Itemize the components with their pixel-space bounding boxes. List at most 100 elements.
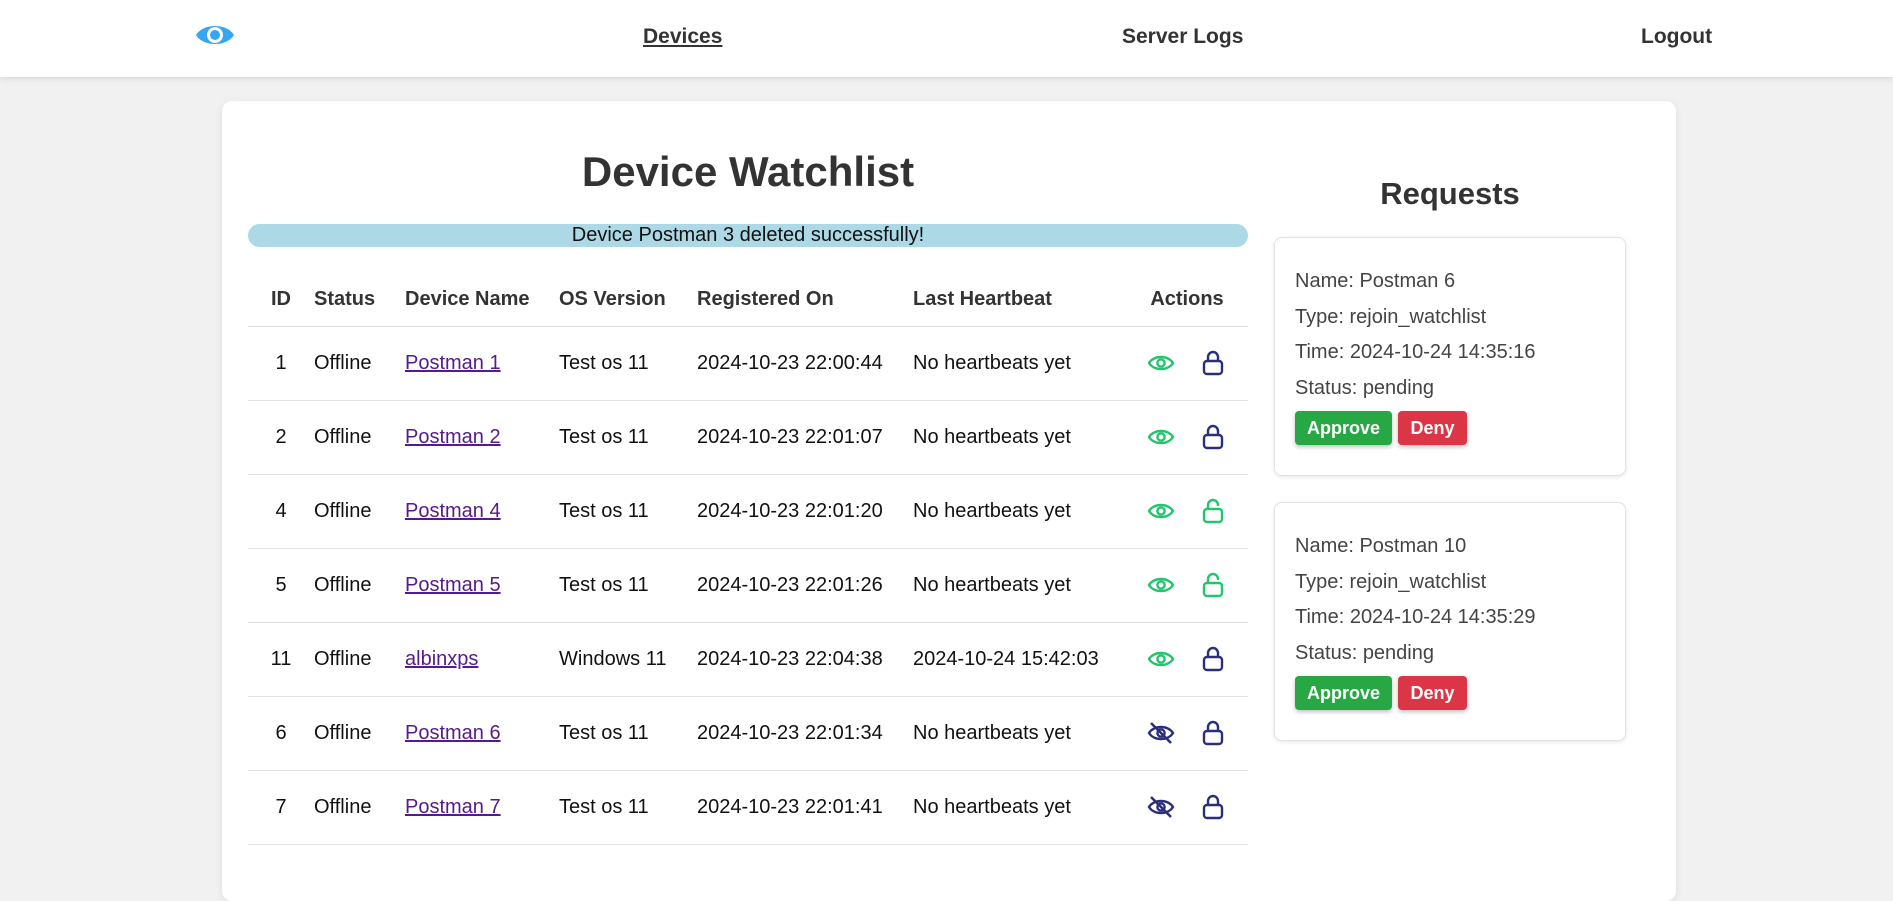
lock-closed-icon[interactable] xyxy=(1199,793,1227,821)
device-name-link[interactable]: Postman 6 xyxy=(405,722,501,744)
cell-id: 7 xyxy=(248,770,314,845)
cell-device-name: Postman 1 xyxy=(405,326,559,401)
cell-registered-on: 2024-10-23 22:01:20 xyxy=(697,474,913,549)
cell-last-heartbeat: No heartbeats yet xyxy=(913,474,1126,549)
nav-devices-link[interactable]: Devices xyxy=(643,25,722,49)
actions-group xyxy=(1126,475,1248,548)
header-registered-on: Registered On xyxy=(697,273,913,327)
cell-os-version: Windows 11 xyxy=(559,622,697,697)
cell-status: Offline xyxy=(314,548,405,623)
cell-registered-on: 2024-10-23 22:04:38 xyxy=(697,622,913,697)
cell-device-name: Postman 2 xyxy=(405,400,559,475)
actions-group xyxy=(1126,401,1248,474)
approve-button[interactable]: Approve xyxy=(1295,676,1392,710)
cell-device-name: albinxps xyxy=(405,622,559,697)
lock-open-icon[interactable] xyxy=(1199,497,1227,525)
table-row: 5 Offline Postman 5 Test os 11 2024-10-2… xyxy=(248,548,1248,623)
cell-actions xyxy=(1126,474,1248,549)
cell-actions xyxy=(1126,622,1248,697)
header-device-name: Device Name xyxy=(405,273,559,327)
device-name-link[interactable]: Postman 1 xyxy=(405,352,501,374)
request-type: Type: rejoin_watchlist xyxy=(1295,571,1487,593)
cell-id: 1 xyxy=(248,326,314,401)
cell-last-heartbeat: 2024-10-24 15:42:03 xyxy=(913,622,1126,697)
cell-last-heartbeat: No heartbeats yet xyxy=(913,548,1126,623)
cell-last-heartbeat: No heartbeats yet xyxy=(913,770,1126,845)
request-card: Name: Postman 6 Type: rejoin_watchlist T… xyxy=(1274,237,1626,476)
lock-closed-icon[interactable] xyxy=(1199,645,1227,673)
lock-closed-icon[interactable] xyxy=(1199,719,1227,747)
cell-actions xyxy=(1126,548,1248,623)
requests-title: Requests xyxy=(1380,176,1520,211)
actions-group xyxy=(1126,327,1248,400)
cell-id: 6 xyxy=(248,696,314,771)
request-status: Status: pending xyxy=(1295,642,1434,664)
header-actions: Actions xyxy=(1126,273,1248,327)
cell-id: 5 xyxy=(248,548,314,623)
cell-id: 4 xyxy=(248,474,314,549)
request-time: Time: 2024-10-24 14:35:29 xyxy=(1295,606,1536,628)
device-name-link[interactable]: Postman 4 xyxy=(405,500,501,522)
device-name-link[interactable]: Postman 7 xyxy=(405,796,501,818)
cell-device-name: Postman 7 xyxy=(405,770,559,845)
eye-icon[interactable] xyxy=(1147,645,1175,673)
cell-status: Offline xyxy=(314,770,405,845)
actions-group xyxy=(1126,549,1248,622)
top-navbar: Devices Server Logs Logout xyxy=(0,0,1893,77)
nav-logout-link[interactable]: Logout xyxy=(1641,25,1712,49)
deny-button[interactable]: Deny xyxy=(1398,411,1467,445)
cell-status: Offline xyxy=(314,400,405,475)
table-row: 4 Offline Postman 4 Test os 11 2024-10-2… xyxy=(248,474,1248,549)
cell-status: Offline xyxy=(314,696,405,771)
request-card: Name: Postman 10 Type: rejoin_watchlist … xyxy=(1274,502,1626,741)
cell-actions xyxy=(1126,696,1248,771)
header-id: ID xyxy=(248,273,314,327)
device-table: ID Status Device Name OS Version Registe… xyxy=(248,273,1248,845)
eye-off-icon[interactable] xyxy=(1147,793,1175,821)
cell-os-version: Test os 11 xyxy=(559,326,697,401)
cell-os-version: Test os 11 xyxy=(559,400,697,475)
cell-id: 2 xyxy=(248,400,314,475)
cell-device-name: Postman 4 xyxy=(405,474,559,549)
eye-icon[interactable] xyxy=(1147,497,1175,525)
request-name: Name: Postman 6 xyxy=(1295,270,1456,292)
request-type: Type: rejoin_watchlist xyxy=(1295,306,1487,328)
cell-last-heartbeat: No heartbeats yet xyxy=(913,696,1126,771)
lock-open-icon[interactable] xyxy=(1199,571,1227,599)
lock-closed-icon[interactable] xyxy=(1199,349,1227,377)
deny-button[interactable]: Deny xyxy=(1398,676,1467,710)
cell-registered-on: 2024-10-23 22:01:41 xyxy=(697,770,913,845)
actions-group xyxy=(1126,697,1248,770)
cell-status: Offline xyxy=(314,326,405,401)
request-time: Time: 2024-10-24 14:35:16 xyxy=(1295,341,1536,363)
nav-server-logs-link[interactable]: Server Logs xyxy=(1122,25,1243,49)
cell-id: 11 xyxy=(248,622,314,697)
cell-registered-on: 2024-10-23 22:01:26 xyxy=(697,548,913,623)
actions-group xyxy=(1126,623,1248,696)
table-row: 6 Offline Postman 6 Test os 11 2024-10-2… xyxy=(248,696,1248,771)
device-name-link[interactable]: Postman 2 xyxy=(405,426,501,448)
cell-actions xyxy=(1126,400,1248,475)
device-name-link[interactable]: albinxps xyxy=(405,648,478,670)
eye-icon[interactable] xyxy=(1147,423,1175,451)
cell-status: Offline xyxy=(314,474,405,549)
eye-icon[interactable] xyxy=(1147,349,1175,377)
request-name: Name: Postman 10 xyxy=(1295,535,1467,557)
device-name-link[interactable]: Postman 5 xyxy=(405,574,501,596)
header-os-version: OS Version xyxy=(559,273,697,327)
cell-registered-on: 2024-10-23 22:01:07 xyxy=(697,400,913,475)
table-header-row: ID Status Device Name OS Version Registe… xyxy=(248,273,1248,327)
eye-off-icon[interactable] xyxy=(1147,719,1175,747)
cell-device-name: Postman 6 xyxy=(405,696,559,771)
cell-os-version: Test os 11 xyxy=(559,770,697,845)
cell-last-heartbeat: No heartbeats yet xyxy=(913,400,1126,475)
lock-closed-icon[interactable] xyxy=(1199,423,1227,451)
cell-actions xyxy=(1126,326,1248,401)
cell-status: Offline xyxy=(314,622,405,697)
eye-icon[interactable] xyxy=(195,20,235,50)
eye-icon[interactable] xyxy=(1147,571,1175,599)
cell-registered-on: 2024-10-23 22:00:44 xyxy=(697,326,913,401)
table-row: 11 Offline albinxps Windows 11 2024-10-2… xyxy=(248,622,1248,697)
approve-button[interactable]: Approve xyxy=(1295,411,1392,445)
page-title: Device Watchlist xyxy=(581,148,915,195)
